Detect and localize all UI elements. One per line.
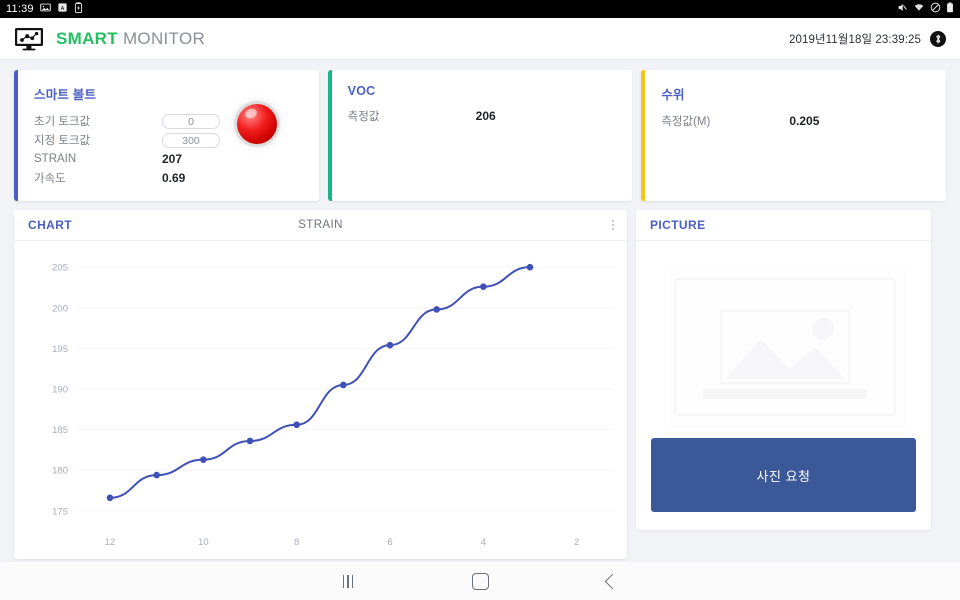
svg-text:205: 205 [52,263,68,274]
svg-text:10: 10 [198,537,209,548]
svg-text:4: 4 [481,537,486,548]
card-accent-bar [14,70,18,201]
chart-series-label: STRAIN [298,219,343,231]
metric-cards-row: 스마트 볼트 초기 토크값 0 지정 토크값 300 STRAIN 207 가속… [14,70,947,201]
chart-panel-title: CHART [28,218,72,232]
row-label: 가속도 [34,173,66,185]
chart-panel: CHART STRAIN 175 180 185 190 195 200 205 12 10 8 6… [14,210,627,559]
kebab-menu-icon[interactable] [609,217,617,233]
status-clock: 11:39 [6,3,34,15]
strain-line-chart: 175 180 185 190 195 200 205 12 10 8 6 4 2 [52,263,614,548]
status-led[interactable] [236,104,277,144]
pdf-icon: A [57,0,68,18]
picture-panel: PICTURE 사진 요청 [636,210,931,530]
card-title: 수위 [661,88,685,102]
table-row: STRAIN 207 [34,150,319,168]
svg-text:6: 6 [387,537,392,548]
voc-value: 206 [475,109,496,123]
android-status-bar: 11:39 A [0,0,960,18]
status-bar-right [896,0,954,18]
chart-plot-area[interactable]: 175 180 185 190 195 200 205 12 10 8 6 4 2 [14,241,627,559]
row-label: 초기 토크값 [34,116,91,128]
monitor-chart-icon [14,27,44,51]
page-title: SMART MONITOR [56,29,205,49]
chart-panel-header: CHART STRAIN [14,210,627,241]
title-smart: SMART [56,28,118,48]
app-header: SMART MONITOR 2019년11월18일 23:39:25 [0,18,960,60]
table-row: 측정값(M) 0.205 [661,112,946,130]
card-title: VOC [347,84,376,98]
status-bar-left: 11:39 A [6,0,83,18]
image-icon [39,0,51,18]
row-label: 지정 토크값 [34,135,91,147]
svg-text:175: 175 [52,506,68,517]
card-title: 스마트 볼트 [34,88,97,102]
home-icon[interactable] [414,572,546,590]
svg-text:180: 180 [52,466,68,477]
initial-torque-input[interactable]: 0 [162,113,220,129]
card-accent-bar [641,70,646,201]
app-brand: SMART MONITOR [14,27,205,51]
bluetooth-icon[interactable] [930,30,946,47]
recents-icon[interactable] [282,574,414,588]
lower-row: CHART STRAIN 175 180 185 190 195 200 205 12 10 8 6… [14,210,946,559]
request-photo-button[interactable]: 사진 요청 [651,438,916,512]
svg-text:185: 185 [52,425,68,436]
water-level-value: 0.205 [789,114,820,128]
main-content: 스마트 볼트 초기 토크값 0 지정 토크값 300 STRAIN 207 가속… [0,60,960,559]
android-nav-bar [0,562,960,600]
card-accent-bar [327,70,332,201]
battery-icon [946,0,954,18]
strain-value: 207 [162,152,183,166]
svg-text:8: 8 [294,537,299,548]
acceleration-value: 0.69 [162,171,186,185]
svg-text:12: 12 [105,537,116,548]
mute-icon [896,0,908,18]
header-right: 2019년11월18일 23:39:25 [788,30,946,47]
svg-text:200: 200 [52,303,68,314]
row-label: 측정값 [347,111,380,123]
card-smart-bolt: 스마트 볼트 초기 토크값 0 지정 토크값 300 STRAIN 207 가속… [14,70,319,201]
picture-panel-title: PICTURE [650,218,706,232]
picture-panel-header: PICTURE [636,210,931,241]
row-label: 측정값(M) [661,116,711,128]
row-label: STRAIN [34,153,77,165]
svg-text:190: 190 [52,385,68,396]
do-not-disturb-icon [930,0,941,18]
svg-text:195: 195 [52,344,68,355]
wifi-icon [913,0,925,18]
card-voc: VOC 측정값 206 [327,70,633,201]
back-icon[interactable] [546,573,678,589]
card-water-level: 수위 측정값(M) 0.205 [641,70,947,201]
table-row: 측정값 206 [348,107,633,125]
title-monitor: MONITOR [117,28,206,48]
image-placeholder-icon [664,266,906,428]
svg-text:A: A [60,6,64,12]
battery-saver-icon [74,0,83,18]
svg-text:2: 2 [574,537,579,548]
table-row: 가속도 0.69 [34,169,319,187]
target-torque-input[interactable]: 300 [162,132,220,148]
header-datetime: 2019년11월18일 23:39:25 [788,33,921,46]
status-led-wrapper [236,104,277,144]
